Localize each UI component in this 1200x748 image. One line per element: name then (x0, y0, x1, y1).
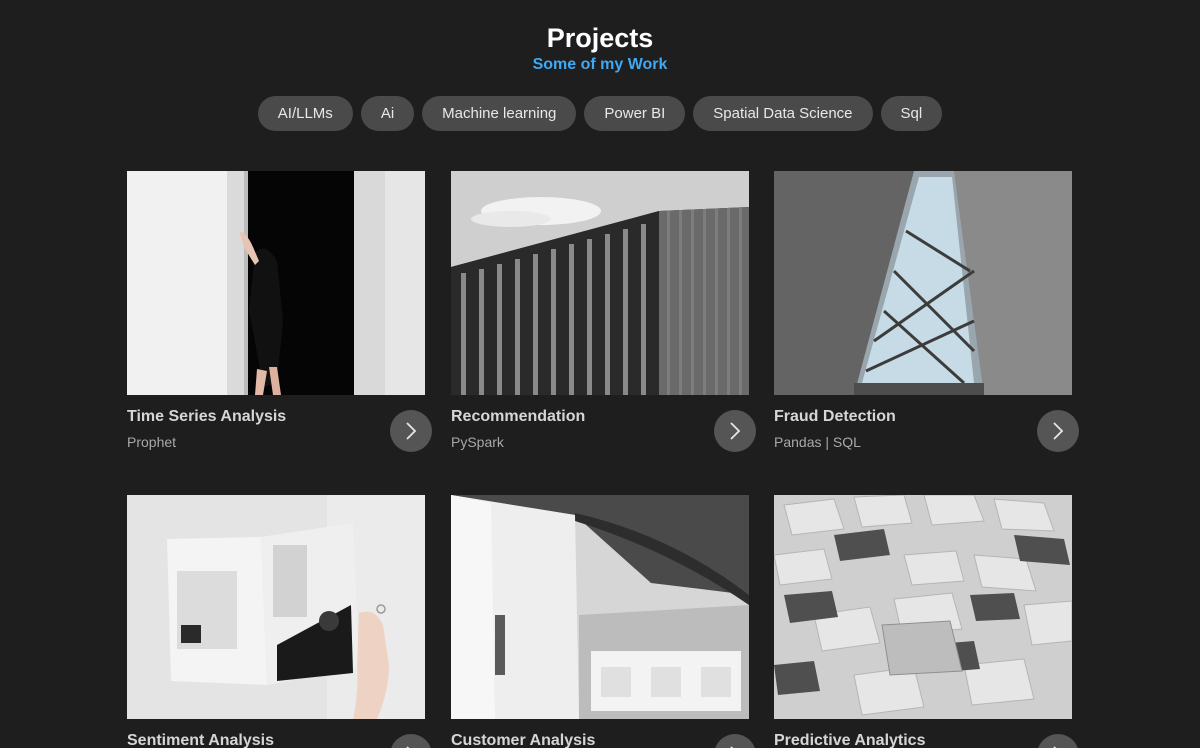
project-thumbnail-white-modern-building[interactable] (451, 495, 749, 719)
chevron-right-icon (1053, 422, 1064, 440)
chevron-right-icon (406, 422, 417, 440)
chevron-right-icon (730, 422, 741, 440)
project-card: Fraud Detection Pandas | SQL (774, 171, 1079, 461)
filter-chip-spatial-data-science[interactable]: Spatial Data Science (693, 96, 873, 131)
project-title[interactable]: Customer Analysis (451, 731, 595, 748)
project-tags: PySpark (451, 434, 504, 450)
project-title[interactable]: Predictive Analytics (774, 731, 925, 748)
open-project-button[interactable] (714, 410, 756, 452)
page-title: Projects (546, 23, 654, 53)
project-card: Customer Analysis (451, 495, 756, 748)
projects-page: Projects Some of my Work AI/LLMs Ai Mach… (0, 0, 1200, 748)
page-subtitle: Some of my Work (532, 56, 668, 73)
project-card: Recommendation PySpark (451, 171, 756, 461)
project-thumbnail-wooden-slat-building[interactable] (451, 171, 749, 395)
category-filters: AI/LLMs Ai Machine learning Power BI Spa… (0, 96, 1200, 131)
open-project-button[interactable] (390, 734, 432, 748)
project-title[interactable]: Sentiment Analysis (127, 731, 274, 748)
project-title[interactable]: Time Series Analysis (127, 407, 286, 427)
section-header: Projects Some of my Work (0, 22, 1200, 75)
open-project-button[interactable] (1037, 410, 1079, 452)
project-title[interactable]: Fraud Detection (774, 407, 896, 427)
project-tags: Pandas | SQL (774, 434, 861, 450)
project-card: Time Series Analysis Prophet (127, 171, 432, 461)
project-thumbnail-woman-in-doorway[interactable] (127, 171, 425, 395)
project-title[interactable]: Recommendation (451, 407, 585, 427)
filter-chip-power-bi[interactable]: Power BI (584, 96, 686, 131)
open-project-button[interactable] (390, 410, 432, 452)
filter-chip-machine-learning[interactable]: Machine learning (422, 96, 577, 131)
project-card: Predictive Analytics (774, 495, 1079, 748)
filter-chip-sql[interactable]: Sql (880, 96, 943, 131)
project-thumbnail-open-magazine[interactable] (127, 495, 425, 719)
project-card: Sentiment Analysis (127, 495, 432, 748)
filter-chip-ai-llms[interactable]: AI/LLMs (257, 96, 353, 131)
open-project-button[interactable] (1037, 734, 1079, 748)
project-tags: Prophet (127, 434, 177, 450)
project-thumbnail-triangular-skylight[interactable] (774, 171, 1072, 395)
project-thumbnail-metal-tiles[interactable] (774, 495, 1072, 719)
filter-chip-ai[interactable]: Ai (360, 96, 415, 131)
open-project-button[interactable] (714, 734, 756, 748)
